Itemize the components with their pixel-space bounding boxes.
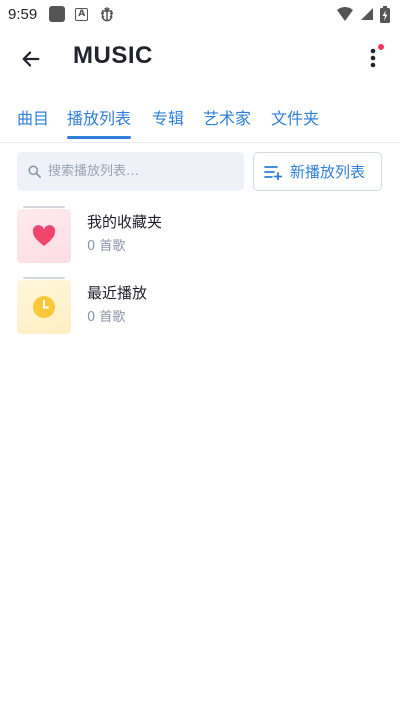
tab-label: 播放列表 bbox=[67, 109, 132, 128]
notification-dot bbox=[378, 44, 384, 50]
tab-albums[interactable]: 专辑 bbox=[152, 95, 184, 139]
status-notification-icons: A bbox=[49, 5, 116, 23]
tab-label: 艺术家 bbox=[203, 109, 252, 128]
playlist-title: 我的收藏夹 bbox=[87, 213, 163, 231]
battery-charging-icon bbox=[380, 5, 390, 23]
app-bar: MUSIC bbox=[0, 30, 400, 86]
playlist-text: 最近播放 0 首歌 bbox=[87, 282, 147, 325]
tab-active-indicator bbox=[67, 136, 132, 139]
more-options-button[interactable] bbox=[358, 42, 388, 74]
playlist-add-icon bbox=[264, 165, 282, 180]
page-title: MUSIC bbox=[73, 42, 153, 69]
playlist-text: 我的收藏夹 0 首歌 bbox=[87, 211, 162, 254]
a-box-icon: A bbox=[75, 7, 89, 21]
tab-folders[interactable]: 文件夹 bbox=[271, 95, 319, 139]
status-time: 9:59 bbox=[8, 5, 38, 23]
tab-divider bbox=[0, 142, 400, 143]
bug-icon bbox=[101, 7, 114, 22]
more-vert-icon bbox=[370, 48, 376, 68]
tab-label: 曲目 bbox=[17, 109, 50, 128]
status-system-icons bbox=[336, 5, 390, 23]
playlist-thumbnail bbox=[17, 206, 71, 263]
playlist-song-count: 0 首歌 bbox=[87, 310, 126, 325]
clock-icon bbox=[33, 296, 55, 318]
tab-label: 文件夹 bbox=[271, 109, 320, 128]
app-square-icon bbox=[49, 6, 66, 22]
wifi-icon bbox=[337, 6, 353, 21]
new-playlist-button[interactable]: 新播放列表 bbox=[253, 152, 382, 191]
new-playlist-label: 新播放列表 bbox=[290, 163, 366, 181]
back-button[interactable] bbox=[16, 44, 46, 74]
playlist-thumbnail bbox=[17, 277, 71, 334]
arrow-left-icon bbox=[22, 51, 40, 67]
heart-icon bbox=[32, 225, 56, 246]
tab-label: 专辑 bbox=[152, 109, 185, 128]
playlist-title: 最近播放 bbox=[87, 284, 148, 302]
search-input[interactable] bbox=[48, 164, 228, 179]
tab-bar: 曲目 播放列表 专辑 艺术家 文件夹 bbox=[0, 95, 400, 142]
search-box[interactable] bbox=[17, 152, 244, 191]
status-bar: 9:59 A bbox=[0, 0, 400, 28]
tab-playlists[interactable]: 播放列表 bbox=[67, 95, 132, 139]
playlist-item-recent[interactable]: 最近播放 0 首歌 bbox=[17, 277, 383, 338]
tab-artists[interactable]: 艺术家 bbox=[203, 95, 251, 139]
thumbnail-tab bbox=[23, 206, 65, 208]
playlist-item-favorites[interactable]: 我的收藏夹 0 首歌 bbox=[17, 206, 383, 267]
tab-tracks[interactable]: 曲目 bbox=[17, 95, 49, 139]
signal-icon bbox=[361, 8, 373, 20]
playlist-song-count: 0 首歌 bbox=[87, 239, 126, 254]
search-icon bbox=[28, 165, 41, 178]
thumbnail-tab bbox=[23, 277, 65, 279]
